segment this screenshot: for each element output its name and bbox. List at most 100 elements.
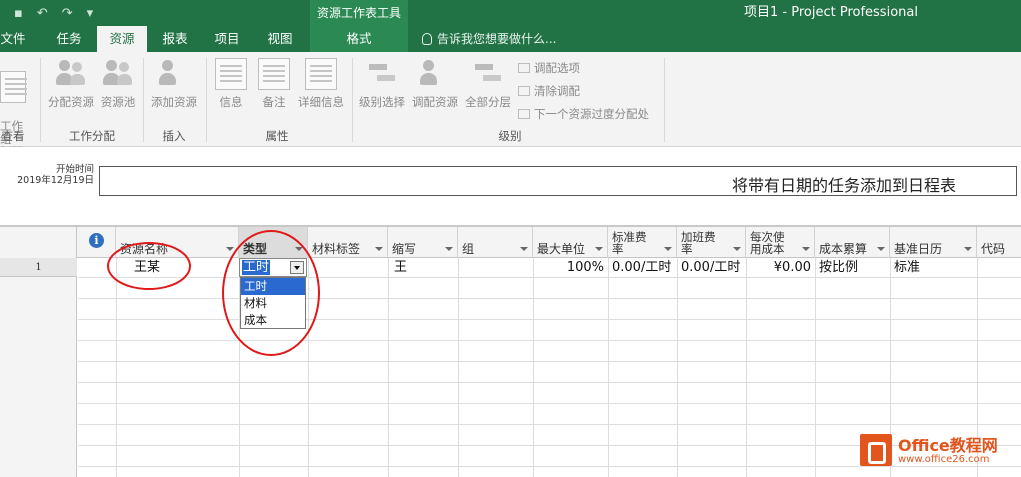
cell-max-units[interactable]: 100% — [534, 258, 608, 277]
tell-me-box[interactable]: 告诉我您想要做什么... — [422, 26, 556, 52]
column-header-base-calendar-label: 基准日历 — [894, 242, 943, 256]
notes-button[interactable]: 备注 — [255, 58, 293, 110]
office-logo-icon — [860, 434, 892, 466]
tab-format[interactable]: 格式 — [310, 26, 408, 52]
chevron-down-icon[interactable] — [964, 247, 972, 251]
column-header-std-rate-line2: 率 — [612, 242, 624, 256]
group-separator — [664, 58, 665, 142]
office-logo: Office教程网 www.office26.com — [860, 432, 1018, 472]
column-header-info[interactable]: i — [77, 227, 116, 258]
column-header-std-rate[interactable]: 标准费率 — [608, 227, 677, 258]
group-label-properties: 属性 — [265, 129, 289, 143]
level-all-icon — [472, 58, 504, 90]
chevron-down-icon[interactable] — [802, 247, 810, 251]
group-separator — [40, 58, 41, 142]
column-header-material-label-text: 材料标签 — [312, 242, 361, 256]
timeline-bar[interactable]: 将带有日期的任务添加到日程表 — [99, 166, 1017, 196]
chevron-down-icon[interactable] — [664, 247, 672, 251]
column-header-ovt-rate-line2: 率 — [681, 242, 693, 256]
tab-resource[interactable]: 资源 — [97, 26, 147, 52]
column-header-initials[interactable]: 缩写 — [388, 227, 458, 258]
column-header-ovt-rate[interactable]: 加班费率 — [677, 227, 746, 258]
column-header-material-label[interactable]: 材料标签 — [308, 227, 388, 258]
column-headers: i 资源名称 类型 材料标签 缩写 组 最大单位 标准费率 加班费率 每次使 用成… — [77, 227, 1021, 258]
tab-file[interactable]: 文件 — [0, 26, 26, 52]
group-label-view: 查看 — [1, 129, 25, 143]
leveling-options-button[interactable]: 调配选项 — [518, 60, 580, 76]
undo-icon[interactable]: ↶ — [37, 6, 48, 21]
tab-report[interactable]: 报表 — [154, 26, 196, 52]
information-button[interactable]: 信息 — [212, 58, 250, 110]
team-planner-icon — [0, 71, 27, 103]
next-overallocation-icon — [518, 109, 530, 119]
chevron-down-icon[interactable] — [877, 247, 885, 251]
leveling-options-label: 调配选项 — [534, 61, 580, 75]
grid-line — [533, 258, 534, 477]
chevron-down-icon[interactable] — [445, 247, 453, 251]
lightbulb-icon — [422, 33, 432, 45]
resource-pool-label: 资源池 — [100, 95, 136, 109]
level-all-label: 全部分层 — [465, 95, 511, 109]
info-icon: i — [89, 233, 104, 248]
add-resource-button[interactable]: 添加资源 — [148, 58, 200, 110]
tab-view[interactable]: 视图 — [259, 26, 301, 52]
redo-icon[interactable]: ↷ — [62, 6, 73, 21]
cell-std-rate[interactable]: 0.00/工时 — [608, 258, 678, 277]
customize-qat-icon[interactable]: ▾ — [87, 6, 94, 21]
column-header-max-units[interactable]: 最大单位 — [533, 227, 608, 258]
grid-line — [677, 258, 678, 477]
add-resource-label: 添加资源 — [151, 95, 197, 109]
cell-initials[interactable]: 王 — [390, 258, 450, 277]
chevron-down-icon[interactable] — [595, 247, 603, 251]
clear-leveling-button[interactable]: 清除调配 — [518, 83, 580, 99]
clear-leveling-label: 清除调配 — [534, 84, 580, 98]
next-overallocation-button[interactable]: 下一个资源过度分配处 — [518, 106, 649, 122]
office-logo-brand: Office教程网 — [898, 436, 998, 455]
assign-resources-button[interactable]: 分配资源 — [45, 58, 97, 110]
level-resource-button[interactable]: 调配资源 — [409, 58, 461, 110]
tab-task[interactable]: 任务 — [48, 26, 90, 52]
column-header-accrue[interactable]: 成本累算 — [815, 227, 890, 258]
level-selection-label: 级别选择 — [359, 95, 405, 109]
grid-line — [458, 258, 459, 477]
chevron-down-icon[interactable] — [520, 247, 528, 251]
grid-line — [815, 258, 816, 477]
column-header-base-calendar[interactable]: 基准日历 — [890, 227, 977, 258]
annotation-circle-type — [222, 230, 320, 356]
details-button[interactable]: 详细信息 — [294, 58, 348, 110]
grid-line — [746, 258, 747, 477]
resource-pool-button[interactable]: 资源池 — [98, 58, 138, 110]
group-label-insert: 插入 — [162, 129, 186, 143]
context-tool-title: 资源工作表工具 — [310, 0, 408, 26]
group-separator — [352, 58, 353, 142]
save-icon[interactable]: ▪ — [14, 6, 23, 21]
row-number[interactable]: 1 — [0, 258, 77, 277]
grid-line — [388, 258, 389, 477]
timeline-start: 开始时间 2019年12月19日 — [6, 164, 94, 186]
column-header-cost-use[interactable]: 每次使 用成本 — [746, 227, 815, 258]
cell-base-calendar[interactable]: 标准 — [890, 258, 976, 277]
level-selection-button[interactable]: 级别选择 — [356, 58, 408, 110]
chevron-down-icon[interactable] — [733, 247, 741, 251]
cell-ovt-rate[interactable]: 0.00/工时 — [677, 258, 747, 277]
ribbon-tabs: 文件 任务 资源 报表 项目 视图 格式 告诉我您想要做什么... — [0, 26, 1021, 52]
level-all-button[interactable]: 全部分层 — [462, 58, 514, 110]
window-title: 项目1 - Project Professional — [744, 5, 918, 20]
column-header-group[interactable]: 组 — [458, 227, 533, 258]
chevron-down-icon[interactable] — [226, 247, 234, 251]
leveling-options-icon — [518, 63, 530, 73]
details-label: 详细信息 — [298, 95, 344, 109]
tab-project[interactable]: 项目 — [206, 26, 248, 52]
notes-icon — [258, 58, 290, 90]
chevron-down-icon[interactable] — [375, 247, 383, 251]
clear-leveling-icon — [518, 86, 530, 96]
column-header-ovt-rate-label: 加班费率 — [681, 231, 716, 255]
cell-accrue[interactable]: 按比例 — [815, 258, 890, 277]
level-resource-icon — [419, 58, 451, 90]
cell-cost-use[interactable]: ¥0.00 — [746, 258, 815, 277]
column-header-max-units-label: 最大单位 — [537, 242, 586, 256]
column-header-std-rate-label: 标准费率 — [612, 231, 647, 255]
column-header-code[interactable]: 代码 — [977, 227, 1021, 258]
column-header-cost-use-label: 每次使 用成本 — [750, 231, 785, 255]
tell-me-text: 告诉我您想要做什么... — [437, 32, 557, 46]
